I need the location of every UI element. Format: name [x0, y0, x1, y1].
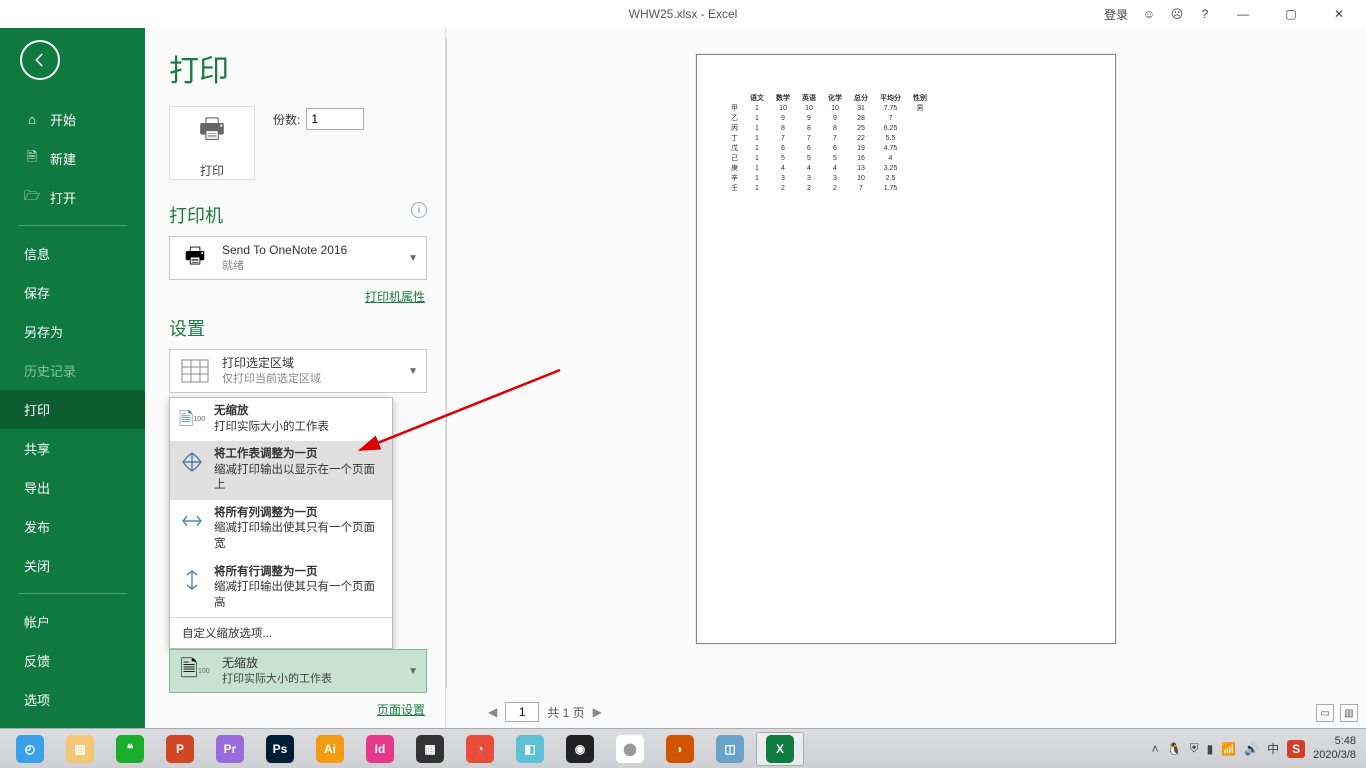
- sidebar-item-export[interactable]: 导出: [0, 468, 145, 507]
- page-title: 打印: [169, 46, 427, 90]
- taskbar-app[interactable]: Pr: [206, 732, 254, 766]
- tray-shield-icon[interactable]: ⛨: [1190, 741, 1199, 756]
- back-button[interactable]: [20, 40, 60, 80]
- login-link[interactable]: 登录: [1104, 6, 1128, 23]
- tray-qq-icon[interactable]: 🐧: [1167, 742, 1182, 756]
- next-page-button[interactable]: ▶: [593, 705, 602, 719]
- tray-ime-icon[interactable]: 中: [1267, 740, 1279, 757]
- zoom-margins-button[interactable]: ▥: [1340, 704, 1358, 722]
- back-arrow-icon: [31, 51, 49, 69]
- scale-option-custom[interactable]: 自定义缩放选项...: [170, 617, 392, 648]
- tray-expand-icon[interactable]: ˄: [1152, 742, 1159, 756]
- printer-dropdown[interactable]: 🖶 Send To OneNote 2016 就绪 ▼: [169, 236, 427, 280]
- scaling-dropdown[interactable]: 🗎100 无缩放 打印实际大小的工作表 ▼: [169, 649, 427, 693]
- sidebar-separator: [18, 593, 127, 594]
- taskbar-app[interactable]: Id: [356, 732, 404, 766]
- sidebar-item-info[interactable]: 信息: [0, 234, 145, 273]
- chevron-down-icon: ▼: [408, 366, 418, 377]
- scaling-dropdown-list: 🗎100 无缩放打印实际大小的工作表 将工作表调整为一页缩减打印输出以显示在一个…: [169, 397, 393, 649]
- preview-page: 语文数学英语化学总分平均分性别甲1101010317.75男乙1999287丙1…: [696, 54, 1116, 644]
- tray-battery-icon[interactable]: ▮: [1207, 742, 1214, 756]
- backstage-sidebar: ⌂开始 🗎新建 🗁打开 信息 保存 另存为 历史记录 打印 共享 导出 发布 关…: [0, 28, 145, 728]
- print-range-dropdown[interactable]: 打印选定区域 仅打印当前选定区域 ▼: [169, 349, 427, 393]
- new-file-icon: 🗎: [24, 151, 40, 167]
- taskbar-app[interactable]: ▦: [406, 732, 454, 766]
- preview-table: 语文数学英语化学总分平均分性别甲1101010317.75男乙1999287丙1…: [725, 93, 933, 193]
- print-button[interactable]: 🖶 打印: [169, 106, 255, 180]
- page-total-label: 共 1 页: [547, 704, 584, 721]
- home-icon: ⌂: [24, 112, 40, 128]
- taskbar-app[interactable]: ◴: [6, 732, 54, 766]
- taskbar: ◴▥❝PPrPsAiId▦◔◧◉⬤◗◫X ˄ 🐧 ⛨ ▮ 📶 🔊 中 S 5:4…: [0, 728, 1366, 768]
- open-folder-icon: 🗁: [24, 190, 40, 206]
- sidebar-item-save[interactable]: 保存: [0, 273, 145, 312]
- window-title: WHW25.xlsx - Excel: [629, 7, 738, 21]
- page-number-input[interactable]: [505, 702, 539, 722]
- sidebar-item-new[interactable]: 🗎新建: [0, 139, 145, 178]
- tray-wifi-icon[interactable]: 📶: [1221, 742, 1236, 756]
- sidebar-item-home[interactable]: ⌂开始: [0, 100, 145, 139]
- taskbar-app[interactable]: ▥: [56, 732, 104, 766]
- taskbar-app[interactable]: ◉: [556, 732, 604, 766]
- taskbar-app[interactable]: Ps: [256, 732, 304, 766]
- sidebar-item-share[interactable]: 共享: [0, 429, 145, 468]
- sidebar-item-publish[interactable]: 发布: [0, 507, 145, 546]
- taskbar-app[interactable]: X: [756, 732, 804, 766]
- help-icon[interactable]: ?: [1198, 7, 1212, 21]
- sidebar-item-open[interactable]: 🗁打开: [0, 178, 145, 217]
- no-scale-icon: 🗎100: [178, 404, 206, 434]
- printer-properties-link[interactable]: 打印机属性: [365, 288, 425, 305]
- titlebar: WHW25.xlsx - Excel 登录 ☺ ☹ ? — ▢ ✕: [0, 0, 1366, 28]
- maximize-button[interactable]: ▢: [1274, 3, 1308, 25]
- taskbar-app[interactable]: ⬤: [606, 732, 654, 766]
- chevron-down-icon: ▼: [408, 253, 418, 264]
- sidebar-item-history: 历史记录: [0, 351, 145, 390]
- sidebar-item-options[interactable]: 选项: [0, 680, 145, 719]
- no-scale-icon: 🗎100: [178, 656, 212, 686]
- print-settings-panel: 打印 🖶 打印 份数: i 打印机 🖶 Send To OneNote 2016: [145, 28, 445, 728]
- tray-volume-icon[interactable]: 🔊: [1244, 742, 1259, 756]
- print-preview: 语文数学英语化学总分平均分性别甲1101010317.75男乙1999287丙1…: [445, 28, 1366, 728]
- info-icon[interactable]: i: [411, 202, 427, 218]
- sidebar-separator: [18, 225, 127, 226]
- sidebar-item-saveas[interactable]: 另存为: [0, 312, 145, 351]
- taskbar-app[interactable]: Ai: [306, 732, 354, 766]
- sidebar-item-account[interactable]: 帐户: [0, 602, 145, 641]
- taskbar-app[interactable]: ❝: [106, 732, 154, 766]
- copies-label: 份数:: [273, 111, 300, 128]
- scale-option-fit-sheet[interactable]: 将工作表调整为一页缩减打印输出以显示在一个页面上: [170, 441, 392, 500]
- scale-option-fit-rows[interactable]: 将所有行调整为一页缩减打印输出使其只有一个页面高: [170, 559, 392, 618]
- sidebar-item-print[interactable]: 打印: [0, 390, 145, 429]
- fit-sheet-icon: [178, 447, 206, 477]
- fit-columns-icon: [178, 506, 206, 536]
- taskbar-app[interactable]: ◧: [506, 732, 554, 766]
- taskbar-app[interactable]: ◔: [456, 732, 504, 766]
- taskbar-app[interactable]: ◫: [706, 732, 754, 766]
- sidebar-item-feedback[interactable]: 反馈: [0, 641, 145, 680]
- pager: ◀ 共 1 页 ▶: [488, 702, 602, 722]
- tray-sogou-icon[interactable]: S: [1287, 740, 1305, 758]
- settings-section-title: 设置: [169, 315, 427, 341]
- taskbar-app[interactable]: ◗: [656, 732, 704, 766]
- page-setup-link[interactable]: 页面设置: [377, 701, 425, 718]
- grid-selection-icon: [178, 356, 212, 386]
- face-sad-icon[interactable]: ☹: [1170, 7, 1184, 21]
- zoom-to-page-button[interactable]: ▭: [1316, 704, 1334, 722]
- sidebar-item-close[interactable]: 关闭: [0, 546, 145, 585]
- fit-rows-icon: [178, 565, 206, 595]
- scale-option-none[interactable]: 🗎100 无缩放打印实际大小的工作表: [170, 398, 392, 441]
- taskbar-app[interactable]: P: [156, 732, 204, 766]
- printer-ready-icon: 🖶: [178, 243, 212, 273]
- scale-option-fit-columns[interactable]: 将所有列调整为一页缩减打印输出使其只有一个页面宽: [170, 500, 392, 559]
- printer-section-title: 打印机: [169, 202, 427, 228]
- chevron-down-icon: ▼: [408, 666, 418, 677]
- printer-icon: 🖶: [199, 108, 225, 156]
- taskbar-clock[interactable]: 5:48 2020/3/8: [1313, 735, 1360, 761]
- copies-input[interactable]: [306, 108, 364, 130]
- face-smile-icon[interactable]: ☺: [1142, 7, 1156, 21]
- minimize-button[interactable]: —: [1226, 3, 1260, 25]
- close-button[interactable]: ✕: [1322, 3, 1356, 25]
- prev-page-button[interactable]: ◀: [488, 705, 497, 719]
